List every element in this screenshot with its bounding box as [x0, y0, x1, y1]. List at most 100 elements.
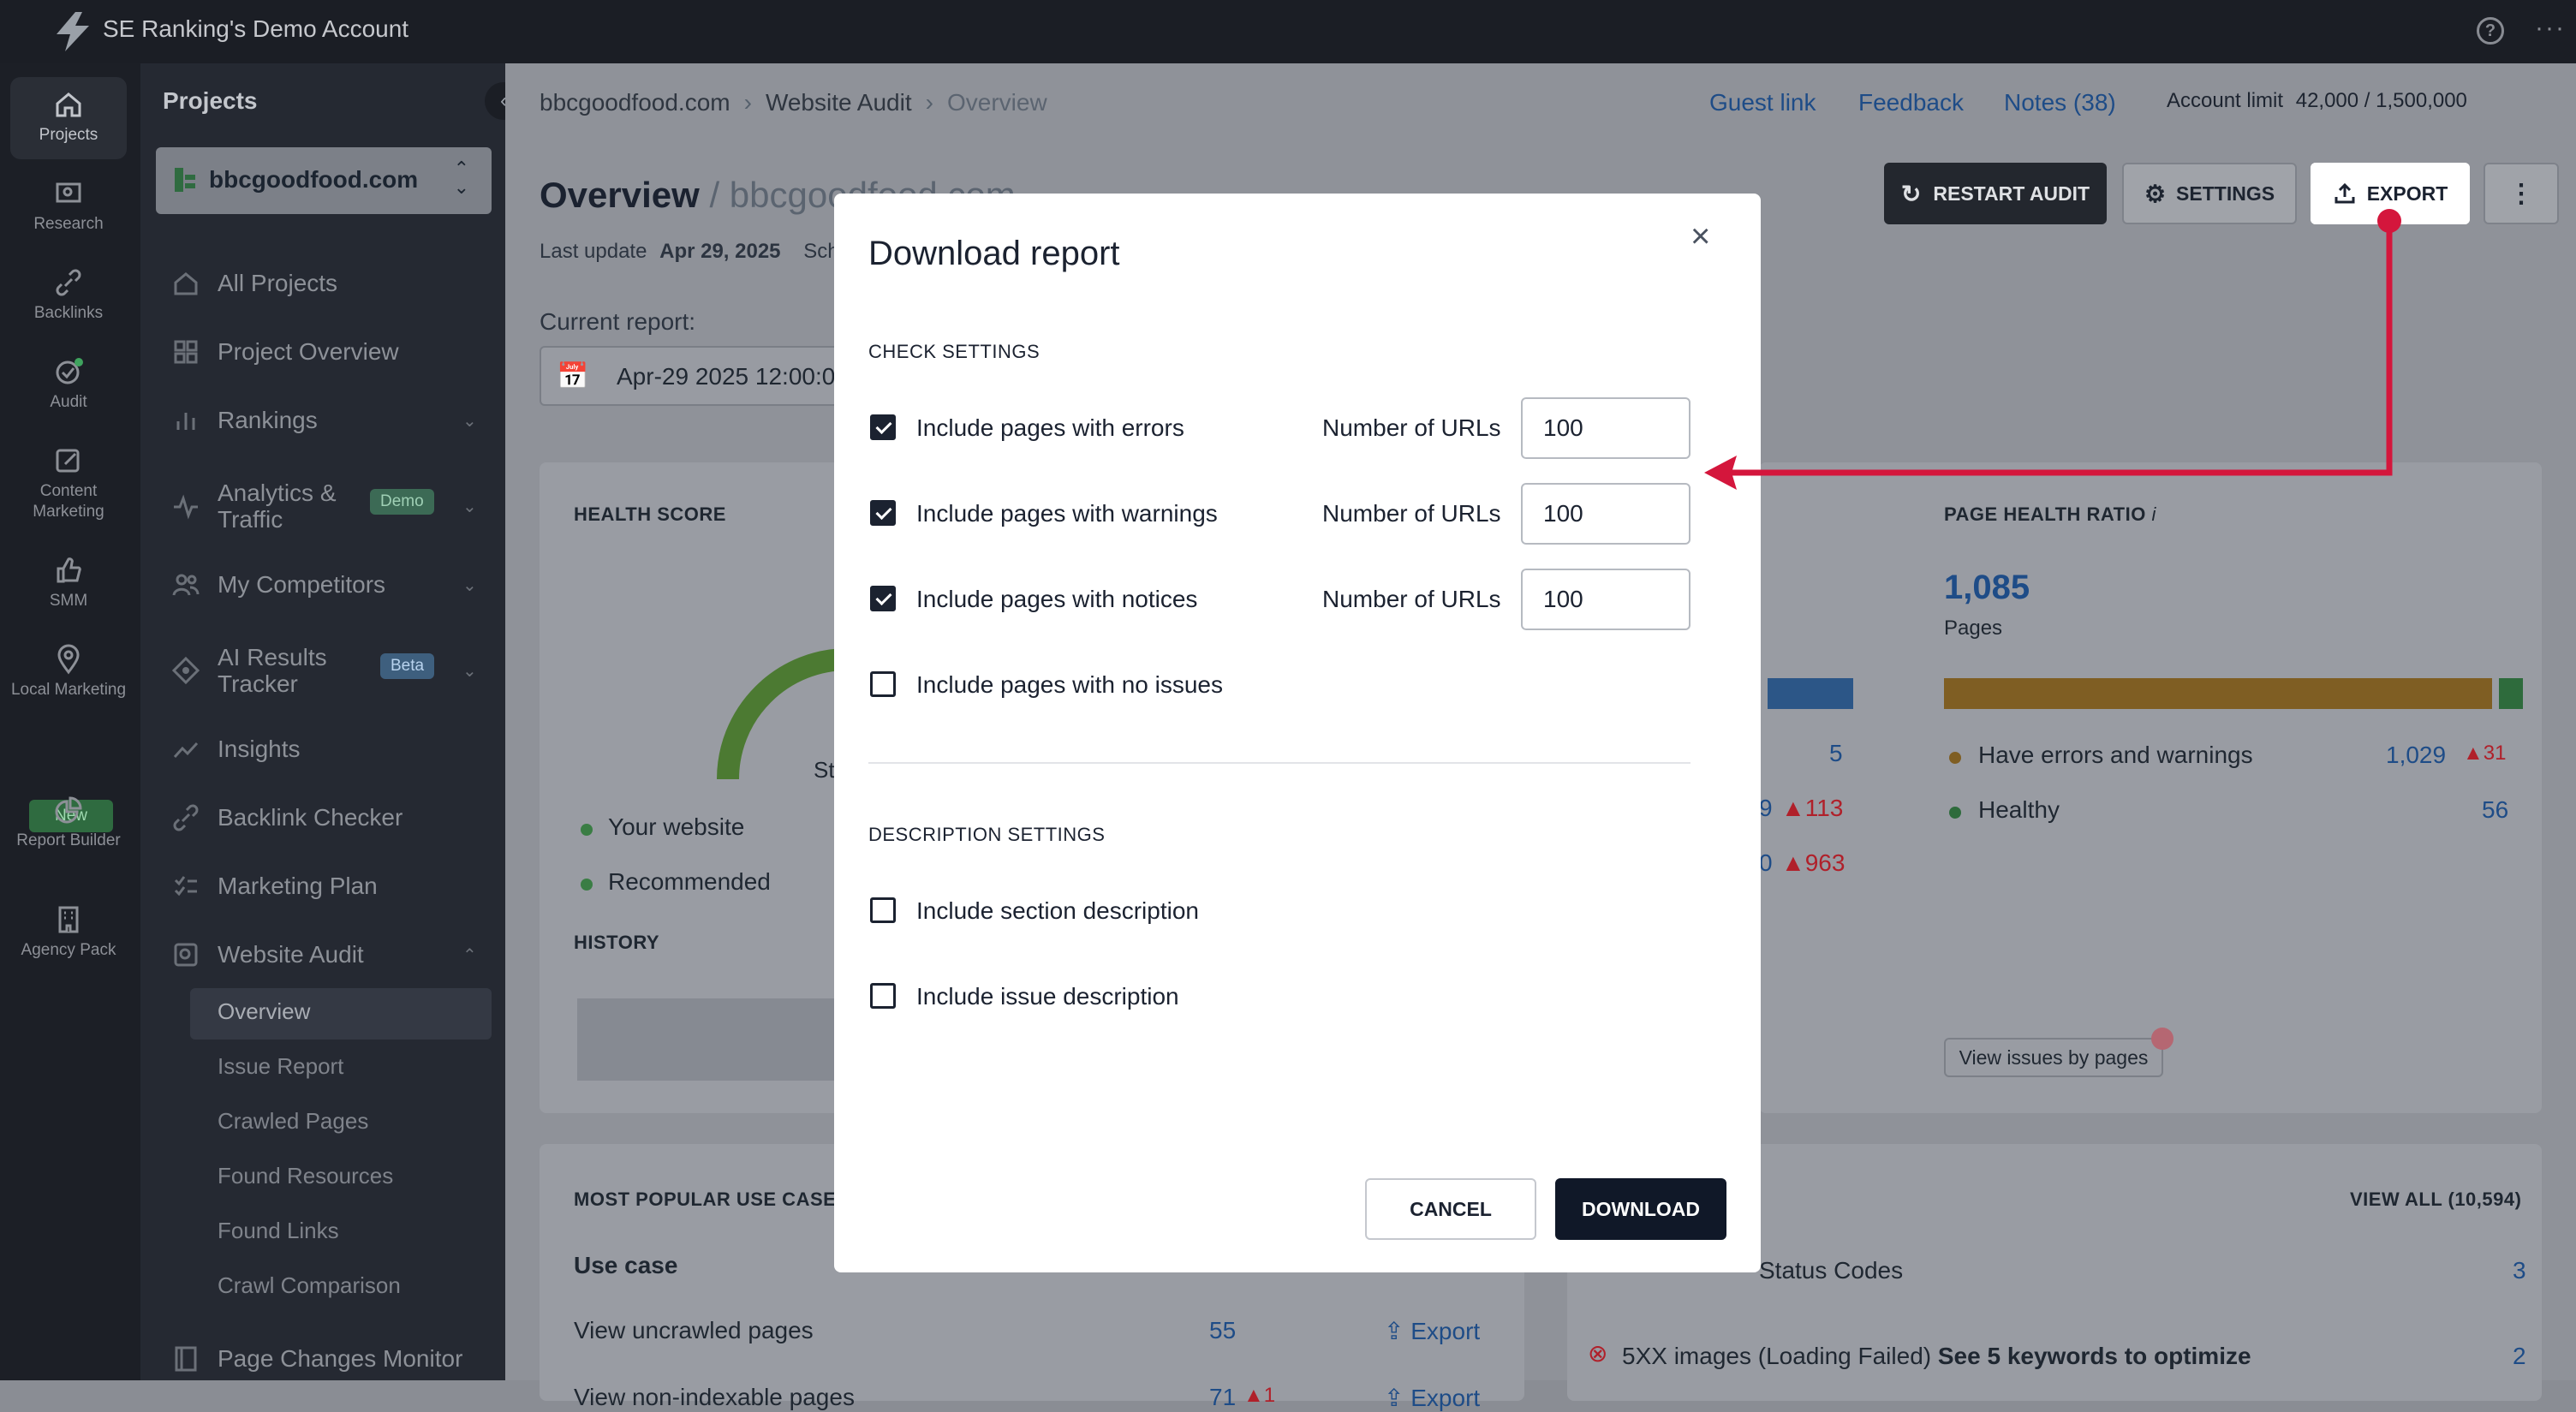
view-all-link[interactable]: VIEW ALL (10,594) — [2350, 1189, 2521, 1211]
rail-content-marketing[interactable]: Content Marketing — [10, 445, 127, 522]
include-section-description-checkbox[interactable] — [870, 897, 896, 923]
sidebar-item-rankings[interactable]: Rankings ⌄ — [171, 406, 497, 435]
sidebar-item-analytics[interactable]: Analytics & Traffic ⌄ — [171, 480, 497, 533]
account-limit-value: 42,000 / 1,500,000 — [2295, 89, 2467, 112]
info-icon[interactable]: i — [2151, 503, 2156, 525]
download-button[interactable]: DOWNLOAD — [1555, 1178, 1726, 1240]
export-button-highlighted[interactable]: EXPORT — [2311, 163, 2470, 224]
rail-agency-pack[interactable]: Agency Pack — [10, 904, 127, 961]
help-icon[interactable]: ? — [2477, 17, 2504, 45]
restart-audit-button[interactable]: ↻ RESTART AUDIT — [1884, 163, 2107, 224]
account-name[interactable]: SE Ranking's Demo Account — [103, 15, 408, 43]
issue-row-text: 5XX images (Loading Failed) — [1622, 1343, 1932, 1369]
rail-projects[interactable]: Projects — [10, 77, 127, 159]
breadcrumb-project[interactable]: bbcgoodfood.com — [540, 89, 730, 116]
errors-warnings-delta: ▲31 — [2463, 742, 2507, 765]
issues-delta-value: 113 — [1804, 795, 1844, 821]
chevron-up-icon: ⌃ — [462, 945, 477, 965]
grid-icon — [174, 340, 198, 364]
error-circle-icon: ⊗ — [1588, 1340, 1608, 1367]
close-icon[interactable]: × — [1690, 217, 1710, 256]
chevron-down-icon: ⌄ — [462, 661, 477, 681]
include-section-description-label[interactable]: Include section description — [916, 897, 1199, 925]
last-update: Last update Apr 29, 2025 Sch — [540, 240, 839, 264]
include-warnings-label[interactable]: Include pages with warnings — [916, 500, 1218, 527]
health-gauge-label: St — [814, 757, 835, 783]
sidebar-item-my-competitors[interactable]: My Competitors ⌄ — [171, 570, 497, 599]
sidebar-subitem-crawled-pages[interactable]: Crawled Pages — [218, 1108, 368, 1135]
sidebar-item-marketing-plan[interactable]: Marketing Plan — [171, 872, 378, 901]
rail-label: Content Marketing — [33, 482, 104, 521]
export-link[interactable]: ⇪ Export — [1384, 1317, 1480, 1345]
export-link-label: Export — [1410, 1385, 1481, 1411]
include-notices-checkbox[interactable] — [870, 586, 896, 611]
guest-link[interactable]: Guest link — [1709, 89, 1816, 116]
include-issue-description-label[interactable]: Include issue description — [916, 983, 1179, 1010]
include-no-issues-label[interactable]: Include pages with no issues — [916, 671, 1223, 699]
upload-icon — [2334, 182, 2355, 204]
use-case-column-header: Use case — [574, 1252, 678, 1278]
include-issue-description-checkbox[interactable] — [870, 983, 896, 1009]
home-icon — [56, 92, 81, 117]
include-warnings-checkbox[interactable] — [870, 500, 896, 526]
sidebar-item-backlink-checker[interactable]: Backlink Checker — [171, 803, 402, 832]
sidebar-item-label: Analytics & Traffic — [218, 480, 337, 533]
issues-value: 9 — [1759, 795, 1773, 821]
sidebar-item-page-changes-monitor[interactable]: Page Changes Monitor — [171, 1344, 462, 1373]
include-errors-label[interactable]: Include pages with errors — [916, 414, 1184, 442]
breadcrumb: bbcgoodfood.com › Website Audit › Overview — [540, 89, 1047, 116]
sidebar-item-all-projects[interactable]: All Projects — [171, 269, 337, 298]
current-report-label: Current report: — [540, 308, 696, 335]
sidebar-item-label: Page Changes Monitor — [218, 1345, 463, 1372]
rail-research[interactable]: Research — [10, 178, 127, 235]
sidebar-subitem-issue-report[interactable]: Issue Report — [218, 1053, 343, 1080]
sidebar-item-ai-results-tracker[interactable]: AI Results Tracker ⌄ — [171, 644, 497, 697]
breadcrumb-overview: Overview — [946, 89, 1047, 116]
rail-smm[interactable]: SMM — [10, 555, 127, 611]
section-divider — [868, 762, 1690, 764]
more-actions-button[interactable]: ⋮ — [2484, 163, 2559, 224]
sidebar-item-label: Website Audit — [218, 941, 364, 968]
cancel-button[interactable]: CANCEL — [1365, 1178, 1536, 1240]
include-notices-label[interactable]: Include pages with notices — [916, 586, 1197, 613]
number-of-urls-label: Number of URLs — [1322, 586, 1501, 612]
rail-backlinks[interactable]: Backlinks — [10, 267, 127, 324]
report-date-select[interactable]: 📅 Apr-29 2025 12:00:0 — [540, 346, 848, 406]
sidebar-subitem-found-links[interactable]: Found Links — [218, 1218, 339, 1244]
errors-warnings-label: Have errors and warnings — [1978, 742, 2253, 768]
issue-row-hint[interactable]: See 5 keywords to optimize — [1938, 1343, 2251, 1369]
notes-link[interactable]: Notes (38) — [2004, 89, 2116, 116]
feedback-link[interactable]: Feedback — [1858, 89, 1964, 116]
sidebar-subitem-crawl-comparison[interactable]: Crawl Comparison — [218, 1272, 401, 1299]
chevron-down-icon: ⌄ — [462, 497, 477, 516]
include-errors-checkbox[interactable] — [870, 414, 896, 440]
settings-button[interactable]: ⚙ SETTINGS — [2122, 163, 2297, 224]
export-link[interactable]: ⇪ Export — [1384, 1384, 1480, 1412]
warnings-url-count-input[interactable] — [1521, 483, 1690, 545]
notices-url-count-input[interactable] — [1521, 569, 1690, 630]
location-pin-icon — [57, 644, 80, 675]
check-settings-heading: CHECK SETTINGS — [868, 341, 1041, 362]
sidebar-item-website-audit[interactable]: Website Audit ⌃ — [171, 940, 497, 969]
view-issues-by-pages-button[interactable]: View issues by pages — [1944, 1038, 2163, 1077]
sidebar-subitem-found-resources[interactable]: Found Resources — [218, 1163, 393, 1189]
project-selector[interactable]: bbcgoodfood.com ⌃ ⌄ — [156, 147, 492, 214]
issues-delta-value: 963 — [1804, 849, 1846, 876]
refresh-icon: ↻ — [1900, 180, 1922, 207]
legend-your-website: Your website — [608, 813, 745, 840]
healthy-label: Healthy — [1978, 796, 2060, 823]
sidebar-item-label: Marketing Plan — [218, 873, 378, 899]
sidebar-item-insights[interactable]: Insights — [171, 735, 301, 764]
description-settings-heading: DESCRIPTION SETTINGS — [868, 824, 1106, 845]
number-of-urls-label: Number of URLs — [1322, 500, 1501, 527]
more-menu-icon[interactable]: ··· — [2535, 14, 2566, 43]
rail-local-marketing[interactable]: Local Marketing — [10, 644, 127, 700]
rail-report-builder[interactable]: Report Builder — [10, 795, 127, 851]
history-title: HISTORY — [574, 932, 660, 953]
sidebar-item-project-overview[interactable]: Project Overview — [171, 337, 399, 366]
errors-url-count-input[interactable] — [1521, 397, 1690, 459]
rail-audit[interactable]: Audit — [10, 356, 127, 413]
breadcrumb-website-audit[interactable]: Website Audit — [766, 89, 912, 116]
sidebar-subitem-overview[interactable]: Overview — [218, 998, 310, 1025]
include-no-issues-checkbox[interactable] — [870, 671, 896, 697]
